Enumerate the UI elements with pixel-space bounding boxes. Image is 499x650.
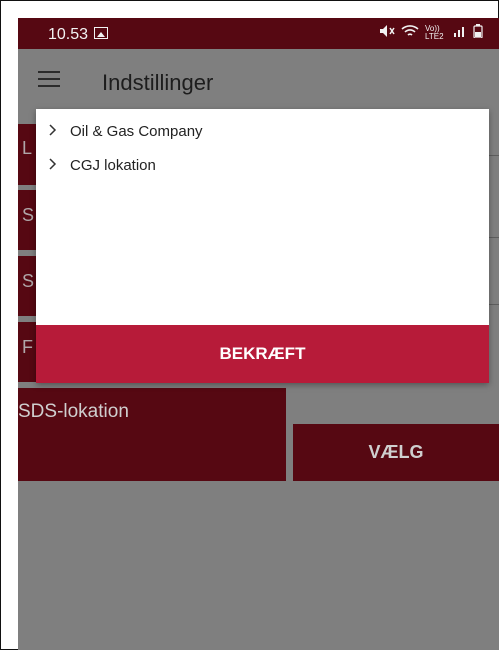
settings-row-1-label: L [22,138,33,158]
sds-location-label: SDS-lokation [18,401,129,422]
divider [489,237,499,238]
network-indicator: Vo)) LTE2 [425,23,444,41]
tree-item-label: Oil & Gas Company [70,122,203,140]
chevron-right-icon[interactable] [48,157,64,174]
divider [489,304,499,305]
confirm-button[interactable]: BEKRÆFT [36,325,489,383]
phone-screen: 10.53 Vo)) LTE2 Indstillinger L S S F SD… [18,18,499,650]
location-picker-dialog: Oil & Gas Company CGJ lokation BEKRÆFT [36,109,489,383]
mute-icon [379,24,395,41]
hamburger-menu-icon[interactable] [38,71,60,89]
page-title: Indstillinger [102,70,214,95]
app-bar: Indstillinger [18,49,499,115]
tree-item-oil-gas-company[interactable]: Oil & Gas Company [48,119,203,143]
status-time: 10.53 [48,26,89,43]
select-location-button[interactable]: VÆLG [293,424,499,481]
chevron-right-icon[interactable] [48,123,64,140]
battery-icon [473,24,483,41]
tree-item-cgj-lokation[interactable]: CGJ lokation [48,153,156,177]
image-notification-icon [94,27,108,39]
tree-item-label: CGJ lokation [70,156,156,174]
status-bar: 10.53 Vo)) LTE2 [18,18,499,49]
divider [489,155,499,156]
status-icons: Vo)) LTE2 [379,24,483,41]
settings-row-2-label: S [22,205,35,225]
settings-row-4-label: F [22,337,33,357]
settings-row-3-label: S [22,271,35,291]
signal-icon [453,24,467,41]
wifi-icon [401,24,419,41]
